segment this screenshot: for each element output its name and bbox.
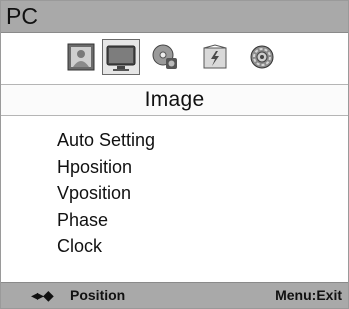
clock-icon [203,44,227,69]
menu-item-hposition[interactable]: Hposition [57,154,155,181]
tab-audio[interactable] [151,43,179,71]
menu-list: Auto Setting Hposition Vposition Phase C… [57,127,155,260]
title-bar: PC [1,1,348,33]
osd-menu: PC Image Auto Setting Hposition Vpositio… [0,0,349,309]
submenu-title: Image [144,88,205,111]
navigation-arrows-icon: ◂▸◆ [31,287,54,303]
tab-time[interactable] [201,43,229,71]
menu-item-auto-setting[interactable]: Auto Setting [57,127,155,154]
gear-icon [250,45,274,69]
tab-bar [1,33,348,83]
tab-screen[interactable] [102,39,140,75]
tab-settings[interactable] [248,43,276,71]
footer-hint-position: Position [70,287,126,303]
window-title: PC [6,3,38,29]
picture-icon [67,43,95,71]
submenu-header: Image [1,84,348,116]
tab-picture[interactable] [67,43,95,71]
menu-item-clock[interactable]: Clock [57,233,155,260]
menu-item-vposition[interactable]: Vposition [57,180,155,207]
audio-icon [152,44,177,69]
screen-icon [106,45,136,71]
menu-item-phase[interactable]: Phase [57,207,155,234]
footer-hint-exit: Menu:Exit [275,287,342,303]
footer-bar: ◂▸◆ Position Menu:Exit [1,282,348,308]
